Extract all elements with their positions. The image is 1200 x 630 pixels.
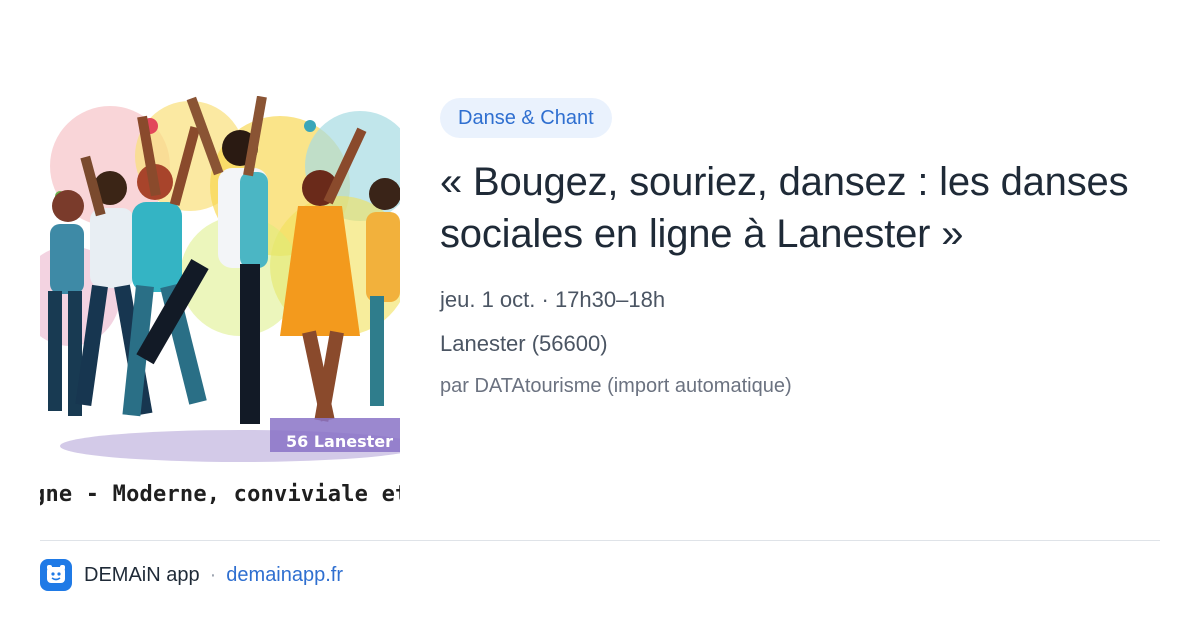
event-details: Danse & Chant « Bougez, souriez, dansez … <box>440 98 1170 400</box>
category-badge[interactable]: Danse & Chant <box>440 98 612 138</box>
app-domain-link[interactable]: demainapp.fr <box>226 564 343 587</box>
footer-divider <box>40 540 1160 541</box>
event-title[interactable]: « Bougez, souriez, dansez : les danses s… <box>440 156 1170 260</box>
dancers-illustration <box>40 96 400 474</box>
footer: DEMAiN app · demainapp.fr <box>40 558 343 592</box>
event-image[interactable]: 56 Lanester gne - Moderne, conviviale et <box>40 96 400 520</box>
event-location: Lanester (56600) <box>440 331 608 356</box>
event-date: jeu. 1 oct. · 17h30–18h <box>440 287 666 312</box>
image-overlay-label: 56 Lanester <box>286 432 393 451</box>
image-caption: gne - Moderne, conviviale et <box>40 482 400 507</box>
event-source: par DATAtourisme (import automatique) <box>440 375 792 397</box>
image-caption-strip: gne - Moderne, conviviale et <box>40 474 400 520</box>
demain-app-logo-icon <box>40 559 72 591</box>
app-name: DEMAiN app <box>84 563 200 586</box>
footer-separator: · <box>209 563 217 586</box>
